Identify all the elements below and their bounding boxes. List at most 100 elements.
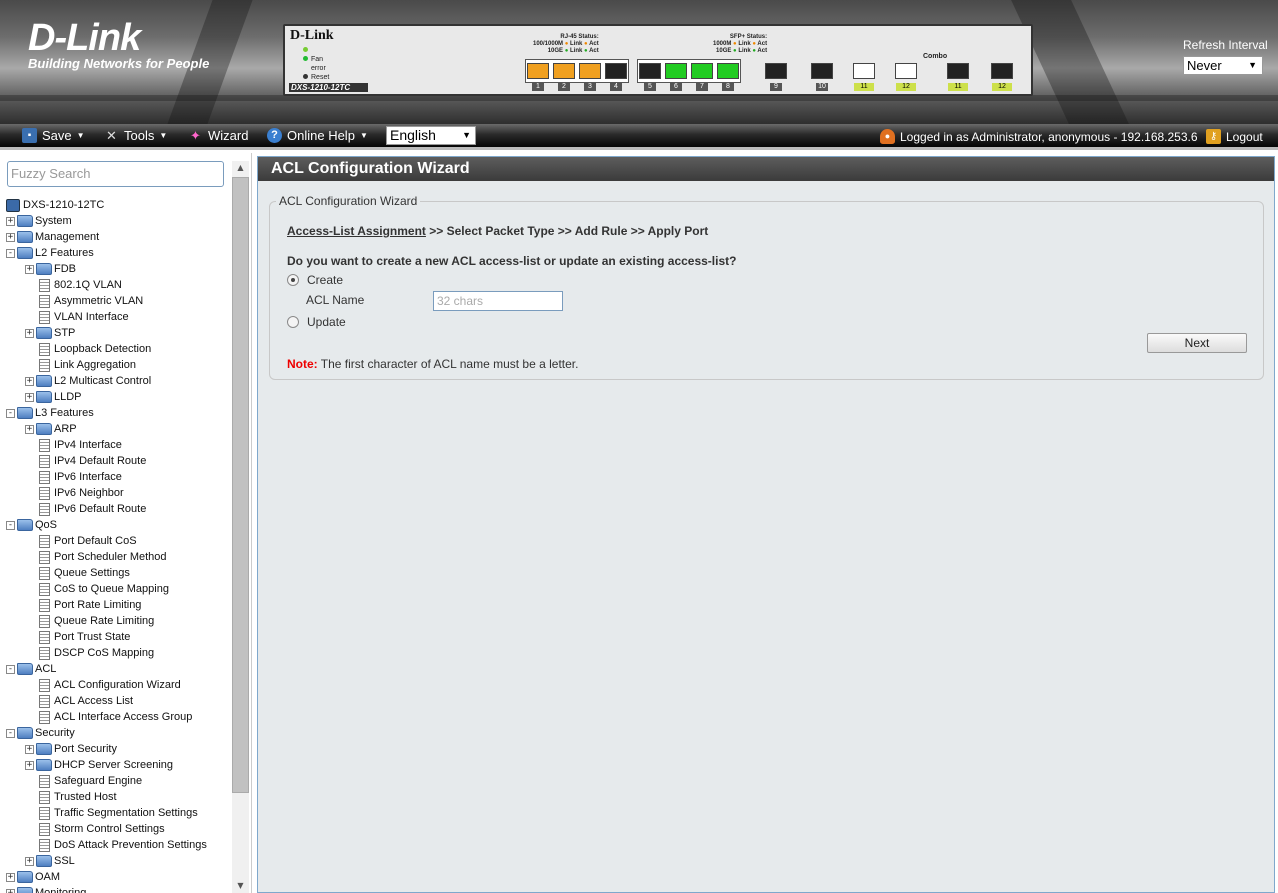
sidebar-item-acl-configuration-wizard[interactable]: ACL Configuration Wizard	[25, 677, 181, 693]
sidebar-item-dhcp-server-screening[interactable]: + DHCP Server Screening	[25, 757, 173, 773]
language-select[interactable]: English ▼	[386, 126, 476, 145]
expand-icon[interactable]: +	[25, 264, 34, 274]
sidebar-item-queue-settings[interactable]: Queue Settings	[25, 565, 130, 581]
sidebar-item-asymmetric-vlan[interactable]: Asymmetric VLAN	[25, 293, 143, 309]
sidebar-item-loopback-detection[interactable]: Loopback Detection	[25, 341, 151, 357]
sidebar-item-cos-to-queue-mapping[interactable]: CoS to Queue Mapping	[25, 581, 169, 597]
expand-icon[interactable]: +	[25, 424, 34, 434]
sidebar-item-acl-interface-access-group[interactable]: ACL Interface Access Group	[25, 709, 192, 725]
expand-icon[interactable]: +	[25, 376, 34, 386]
create-radio[interactable]: Create	[287, 273, 343, 287]
sidebar-item-label: FDB	[54, 263, 76, 275]
expand-icon[interactable]: +	[6, 232, 15, 242]
sidebar-item-queue-rate-limiting[interactable]: Queue Rate Limiting	[25, 613, 154, 629]
fuzzy-search-input[interactable]: Fuzzy Search	[7, 161, 224, 187]
sidebar-item-port-security[interactable]: + Port Security	[25, 741, 117, 757]
sidebar-item-ipv6-default-route[interactable]: IPv6 Default Route	[25, 501, 146, 517]
sidebar-item-port-rate-limiting[interactable]: Port Rate Limiting	[25, 597, 141, 613]
wizard-button[interactable]: ✦ Wizard	[188, 128, 248, 143]
radio-unselected-icon[interactable]	[287, 316, 299, 328]
sidebar-item-l3-features[interactable]: - L3 Features	[6, 405, 94, 421]
device-leds: Fan error Reset	[303, 46, 329, 82]
sidebar-item-lldp[interactable]: + LLDP	[25, 389, 82, 405]
update-label: Update	[307, 315, 346, 329]
sidebar-item-802-1q-vlan[interactable]: 802.1Q VLAN	[25, 277, 122, 293]
sidebar-item-acl[interactable]: - ACL	[6, 661, 56, 677]
tree-root[interactable]: DXS-1210-12TC	[6, 197, 104, 213]
sidebar-item-link-aggregation[interactable]: Link Aggregation	[25, 357, 136, 373]
tools-menu[interactable]: ✕ Tools ▼	[104, 128, 167, 143]
sidebar-item-ipv4-interface[interactable]: IPv4 Interface	[25, 437, 122, 453]
sidebar-item-trusted-host[interactable]: Trusted Host	[25, 789, 117, 805]
help-icon: ?	[267, 128, 282, 143]
collapse-icon[interactable]: -	[6, 248, 15, 258]
sidebar-item-oam[interactable]: + OAM	[6, 869, 60, 885]
logout-button[interactable]: ⚷ Logout	[1206, 129, 1263, 144]
radio-selected-icon[interactable]	[287, 274, 299, 286]
sfp-status: SFP+ Status: 1000M ● Link ● Act 10GE ● L…	[713, 34, 768, 54]
page-icon	[39, 678, 50, 692]
expand-icon[interactable]: +	[25, 760, 34, 770]
collapse-icon[interactable]: -	[6, 664, 15, 674]
expand-icon[interactable]: +	[25, 856, 34, 866]
sidebar-item-security[interactable]: - Security	[6, 725, 75, 741]
sidebar-item-qos[interactable]: - QoS	[6, 517, 57, 533]
scroll-down-icon[interactable]: ▼	[232, 879, 249, 893]
update-radio[interactable]: Update	[287, 315, 346, 329]
scroll-thumb[interactable]	[232, 177, 249, 793]
language-value: English	[390, 127, 436, 143]
sidebar-item-system[interactable]: + System	[6, 213, 72, 229]
expand-icon[interactable]: +	[6, 888, 15, 893]
sidebar-item-traffic-segmentation-settings[interactable]: Traffic Segmentation Settings	[25, 805, 198, 821]
sidebar-item-label: Port Trust State	[54, 631, 131, 643]
expand-icon[interactable]: +	[25, 392, 34, 402]
sidebar-item-ipv6-interface[interactable]: IPv6 Interface	[25, 469, 122, 485]
sidebar-scrollbar[interactable]: ▲ ▼	[232, 161, 249, 893]
page-title: ACL Configuration Wizard	[258, 157, 1274, 181]
expand-icon[interactable]: +	[6, 216, 15, 226]
acl-name-input[interactable]: 32 chars	[433, 291, 563, 311]
save-menu[interactable]: ▪ Save ▼	[22, 128, 85, 143]
folder-icon	[36, 391, 52, 403]
online-help-menu[interactable]: ? Online Help ▼	[267, 128, 368, 143]
sidebar-item-management[interactable]: + Management	[6, 229, 99, 245]
sidebar-item-label: IPv4 Default Route	[54, 455, 147, 467]
collapse-icon[interactable]: -	[6, 728, 15, 738]
next-button[interactable]: Next	[1147, 333, 1247, 353]
sidebar-item-acl-access-list[interactable]: ACL Access List	[25, 693, 133, 709]
sidebar-item-port-trust-state[interactable]: Port Trust State	[25, 629, 130, 645]
device-brand: D-Link	[290, 28, 334, 43]
expand-icon[interactable]: +	[25, 744, 34, 754]
sidebar-item-dos-attack-prevention-settings[interactable]: DoS Attack Prevention Settings	[25, 837, 207, 853]
sidebar-item-fdb[interactable]: + FDB	[25, 261, 76, 277]
sidebar-item-port-default-cos[interactable]: Port Default CoS	[25, 533, 137, 549]
scroll-up-icon[interactable]: ▲	[232, 161, 249, 175]
port-number: 10	[816, 83, 828, 91]
sidebar-item-dscp-cos-mapping[interactable]: DSCP CoS Mapping	[25, 645, 154, 661]
sidebar-item-monitoring[interactable]: + Monitoring	[6, 885, 86, 893]
sidebar-item-label: Loopback Detection	[54, 343, 152, 355]
port-13-icon	[947, 63, 969, 79]
sidebar-item-ipv6-neighbor[interactable]: IPv6 Neighbor	[25, 485, 124, 501]
sidebar-item-label: Port Scheduler Method	[54, 551, 167, 563]
wizard-steps: Access-List Assignment >> Select Packet …	[287, 224, 708, 238]
expand-icon[interactable]: +	[25, 328, 34, 338]
sidebar-item-label: QoS	[35, 519, 58, 531]
sidebar-item-l2-features[interactable]: - L2 Features	[6, 245, 94, 261]
sidebar-item-port-scheduler-method[interactable]: Port Scheduler Method	[25, 549, 167, 565]
sidebar-item-ipv4-default-route[interactable]: IPv4 Default Route	[25, 453, 146, 469]
sidebar-item-storm-control-settings[interactable]: Storm Control Settings	[25, 821, 165, 837]
sidebar-item-arp[interactable]: + ARP	[25, 421, 77, 437]
collapse-icon[interactable]: -	[6, 408, 15, 418]
page-icon	[39, 582, 50, 596]
collapse-icon[interactable]: -	[6, 520, 15, 530]
expand-icon[interactable]: +	[6, 872, 15, 882]
sidebar-item-vlan-interface[interactable]: VLAN Interface	[25, 309, 129, 325]
sidebar-item-stp[interactable]: + STP	[25, 325, 75, 341]
sidebar-item-ssl[interactable]: + SSL	[25, 853, 75, 869]
sidebar-item-safeguard-engine[interactable]: Safeguard Engine	[25, 773, 142, 789]
wizard-label: Wizard	[208, 128, 249, 143]
sidebar-item-label: LLDP	[54, 391, 82, 403]
refresh-select[interactable]: Never ▼	[1183, 56, 1263, 75]
sidebar-item-l2-multicast-control[interactable]: + L2 Multicast Control	[25, 373, 151, 389]
